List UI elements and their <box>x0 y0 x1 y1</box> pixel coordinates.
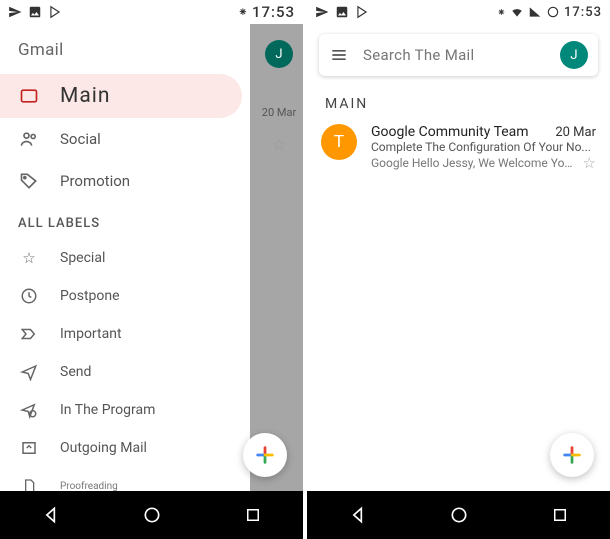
compose-fab[interactable] <box>243 433 287 477</box>
image-icon <box>28 5 42 19</box>
important-icon <box>18 323 40 345</box>
send-icon <box>315 5 329 19</box>
phone-right: ⁕ 17:53 Search The Mail J MAIN T Google … <box>307 0 610 539</box>
compose-fab[interactable] <box>550 433 594 477</box>
outbox-icon <box>18 437 40 459</box>
drawer-item-label: Important <box>60 326 122 342</box>
drawer-item-scheduled[interactable]: In The Program <box>0 391 250 429</box>
star-icon[interactable]: ☆ <box>583 154 596 172</box>
email-subject: Complete The Configuration Of Your No... <box>371 140 596 154</box>
drawer-item-label: Outgoing Mail <box>60 440 147 456</box>
email-sender: Google Community Team <box>371 124 529 140</box>
file-icon <box>18 475 40 491</box>
drawer-item-label: In The Program <box>60 402 155 418</box>
email-row[interactable]: T Google Community Team 20 Mar Complete … <box>307 118 610 178</box>
inbox-peek: J 20 Mar ☆ <box>255 40 303 154</box>
wifi-icon <box>510 5 524 19</box>
drawer-item-label: Special <box>60 250 105 266</box>
people-icon <box>18 128 40 150</box>
play-icon <box>48 5 62 19</box>
account-avatar[interactable]: J <box>265 40 293 68</box>
drawer-item-special[interactable]: ☆ Special <box>0 239 250 277</box>
email-date-peek: 20 Mar <box>262 106 296 119</box>
section-header-labels: ALL LABELS <box>0 202 250 239</box>
nav-recent[interactable] <box>241 503 265 527</box>
account-avatar[interactable]: J <box>560 41 588 69</box>
signal-icon <box>528 5 542 19</box>
clock-icon <box>18 285 40 307</box>
nav-back[interactable] <box>39 503 63 527</box>
android-navbar <box>307 491 610 539</box>
android-navbar <box>0 491 303 539</box>
drawer-item-promotion[interactable]: Promotion <box>0 160 250 202</box>
drawer-item-label: Proofreading <box>60 481 118 492</box>
bluetooth-icon: ⁕ <box>497 6 506 19</box>
drawer-item-social[interactable]: Social <box>0 118 250 160</box>
plus-icon <box>254 444 276 466</box>
drawer-item-label: Promotion <box>60 172 130 190</box>
status-bar: ⁕ 17:53 <box>307 0 610 24</box>
send-icon <box>18 361 40 383</box>
star-icon: ☆ <box>18 247 40 269</box>
plus-icon <box>561 444 583 466</box>
menu-icon[interactable] <box>329 45 349 65</box>
drawer-item-postpone[interactable]: Postpone <box>0 277 250 315</box>
nav-recent[interactable] <box>548 503 572 527</box>
sender-avatar[interactable]: T <box>321 124 357 160</box>
phone-left: ⁕ 17:53 J 20 Mar ☆ Gmail Main Social Pro… <box>0 0 303 539</box>
star-icon[interactable]: ☆ <box>272 135 286 154</box>
image-icon <box>335 5 349 19</box>
bluetooth-icon: ⁕ <box>238 5 248 19</box>
drawer-item-drafts[interactable]: Proofreading <box>0 467 250 491</box>
send-scheduled-icon <box>18 399 40 421</box>
search-bar[interactable]: Search The Mail J <box>319 34 598 76</box>
nav-drawer: Gmail Main Social Promotion ALL LABELS ☆… <box>0 24 250 491</box>
timer-icon <box>546 5 560 19</box>
play-icon <box>355 5 369 19</box>
send-icon <box>8 5 22 19</box>
status-time: 17:53 <box>252 3 295 21</box>
nav-home[interactable] <box>447 503 471 527</box>
email-preview: Google Hello Jessy, We Welcome You... <box>371 156 577 170</box>
nav-back[interactable] <box>346 503 370 527</box>
status-time: 17:53 <box>564 5 602 20</box>
drawer-item-outbox[interactable]: Outgoing Mail <box>0 429 250 467</box>
status-bar: ⁕ 17:53 <box>0 0 303 24</box>
drawer-item-send[interactable]: Send <box>0 353 250 391</box>
search-placeholder[interactable]: Search The Mail <box>363 46 546 64</box>
drawer-item-label: Main <box>60 84 110 108</box>
drawer-item-label: Send <box>60 364 91 380</box>
nav-home[interactable] <box>140 503 164 527</box>
drawer-item-label: Social <box>60 130 101 148</box>
drawer-item-main[interactable]: Main <box>0 74 242 118</box>
drawer-item-important[interactable]: Important <box>0 315 250 353</box>
inbox-icon <box>18 85 40 107</box>
tag-icon <box>18 170 40 192</box>
inbox-category-label: MAIN <box>307 86 610 118</box>
drawer-item-label: Postpone <box>60 288 120 304</box>
email-date: 20 Mar <box>555 125 596 140</box>
drawer-title: Gmail <box>0 36 250 74</box>
